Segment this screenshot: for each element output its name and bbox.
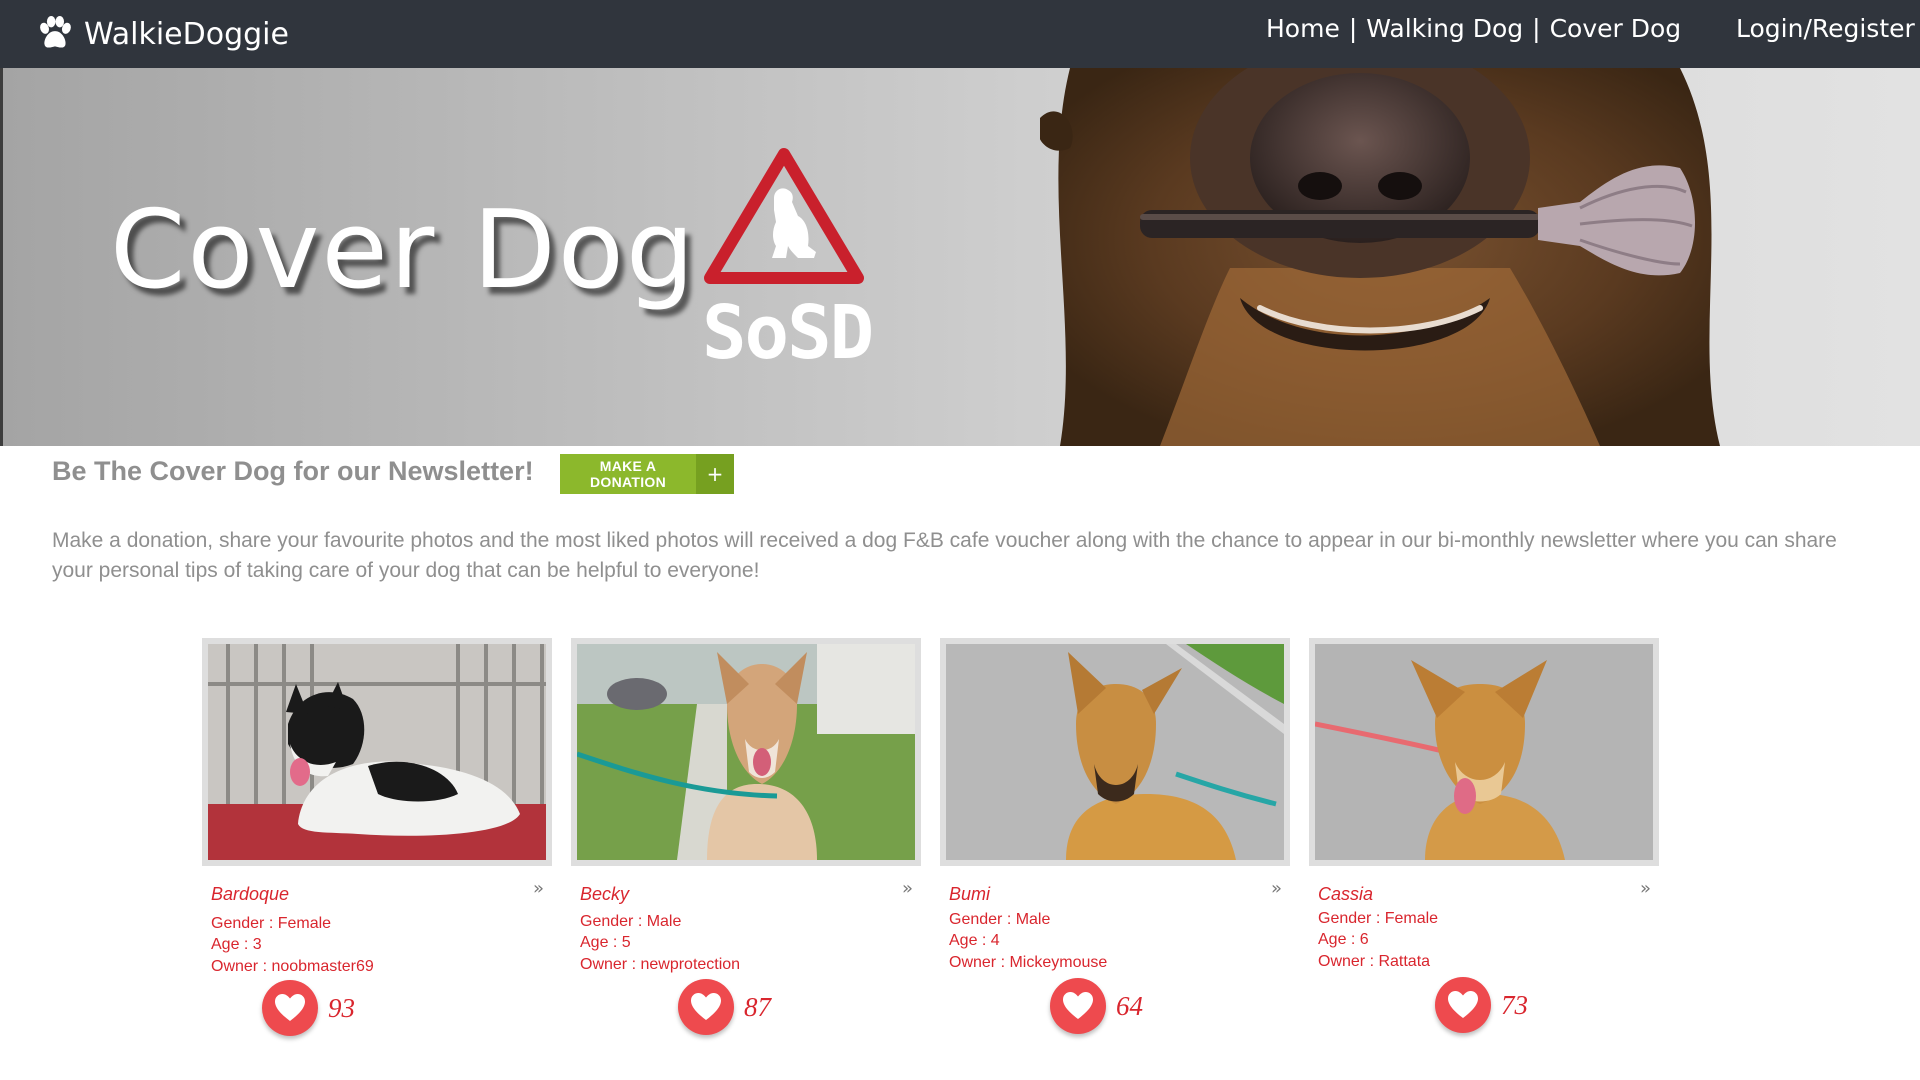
dog-gender: Gender : Male	[949, 911, 1051, 928]
brand-logo[interactable]: WalkieDoggie	[36, 10, 289, 58]
dog-name[interactable]: Becky	[580, 884, 629, 905]
like-count: 64	[1116, 990, 1143, 1021]
more-chevron-icon[interactable]: »	[902, 878, 913, 899]
dog-card-bumi[interactable]: » Bumi Gender : Male Age : 4 Owner : Mic…	[940, 638, 1290, 1034]
dog-age: Age : 3	[211, 936, 262, 953]
like-button[interactable]	[678, 979, 734, 1035]
hero-edge	[0, 68, 3, 446]
nav-separator: |	[1532, 14, 1541, 43]
dog-photo-frame	[571, 638, 921, 866]
dog-photo-frame	[202, 638, 552, 866]
dog-name[interactable]: Bumi	[949, 884, 990, 905]
nav-walking-dog[interactable]: Walking Dog	[1366, 14, 1523, 43]
dog-gender: Gender : Female	[211, 915, 332, 932]
dog-card-bardoque[interactable]: » Bardoque Gender : Female Age : 3 Owner…	[202, 638, 552, 1036]
dog-photo-frame	[1309, 638, 1659, 866]
like-count: 93	[328, 992, 355, 1023]
hero-dog-image	[1040, 68, 1720, 446]
dog-owner: Owner : noobmaster69	[211, 958, 374, 975]
dog-owner: Owner : Mickeymouse	[949, 954, 1108, 971]
dog-photo-bardoque	[208, 644, 546, 860]
login-register-link[interactable]: Login/Register	[1736, 14, 1915, 43]
like-count: 73	[1501, 989, 1528, 1020]
heart-icon	[691, 993, 721, 1020]
hero-title: Cover Dog	[110, 188, 697, 313]
dog-age: Age : 6	[1318, 931, 1369, 948]
nav-home[interactable]: Home	[1266, 14, 1340, 43]
dog-age: Age : 5	[580, 934, 631, 951]
dog-photo[interactable]	[946, 644, 1284, 860]
dog-owner: Owner : newprotection	[580, 956, 741, 973]
make-donation-button[interactable]: MAKE A DONATION +	[560, 454, 734, 494]
nav-separator: |	[1348, 14, 1358, 43]
page-description: Make a donation, share your favourite ph…	[52, 529, 1837, 582]
like-button[interactable]	[1435, 977, 1491, 1033]
paw-icon	[40, 15, 71, 48]
dog-photo-frame	[940, 638, 1290, 866]
dog-photo[interactable]	[1315, 644, 1653, 860]
like-group: 64	[1050, 978, 1143, 1034]
donate-label: MAKE A DONATION	[589, 458, 667, 490]
like-button[interactable]	[1050, 978, 1106, 1034]
dog-name[interactable]: Bardoque	[211, 884, 289, 905]
sosd-text: SoSD	[702, 290, 874, 376]
more-chevron-icon[interactable]: »	[1640, 878, 1651, 899]
dog-photo-cassia	[1315, 644, 1653, 860]
dog-gender: Gender : Male	[580, 913, 682, 930]
sosd-logo: SoSD	[702, 146, 874, 376]
dog-card-cassia[interactable]: » Cassia Gender : Female Age : 6 Owner :…	[1309, 638, 1659, 1033]
like-count: 87	[744, 991, 771, 1022]
heart-icon	[275, 994, 305, 1021]
top-navigation-bar: WalkieDoggie Home | Walking Dog | Cover …	[0, 0, 1920, 68]
dog-photo[interactable]	[577, 644, 915, 860]
like-group: 87	[678, 979, 771, 1035]
like-button[interactable]	[262, 980, 318, 1036]
brand-name: WalkieDoggie	[84, 16, 289, 52]
like-group: 73	[1435, 977, 1528, 1033]
plus-icon: +	[696, 454, 734, 494]
heart-icon	[1063, 992, 1093, 1019]
main-nav: Home | Walking Dog | Cover Dog	[1266, 14, 1681, 43]
dog-photo[interactable]	[208, 644, 546, 860]
like-group: 93	[262, 980, 355, 1036]
dog-name[interactable]: Cassia	[1318, 884, 1373, 905]
page-headline: Be The Cover Dog for our Newsletter!	[52, 456, 534, 486]
dog-photo-becky	[577, 644, 915, 860]
heart-icon	[1448, 991, 1478, 1018]
dog-owner: Owner : Rattata	[1318, 953, 1431, 970]
more-chevron-icon[interactable]: »	[1271, 878, 1282, 899]
dog-card-becky[interactable]: » Becky Gender : Male Age : 5 Owner : ne…	[571, 638, 921, 1035]
dog-age: Age : 4	[949, 932, 1000, 949]
warning-dog-icon	[704, 148, 864, 284]
more-chevron-icon[interactable]: »	[533, 878, 544, 899]
dog-gender: Gender : Female	[1318, 910, 1439, 927]
nav-cover-dog[interactable]: Cover Dog	[1550, 14, 1682, 43]
hero-banner: Cover Dog SoSD	[0, 68, 1920, 446]
dog-photo-bumi	[946, 644, 1284, 860]
